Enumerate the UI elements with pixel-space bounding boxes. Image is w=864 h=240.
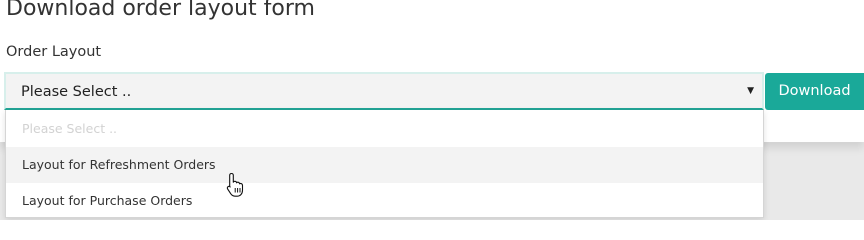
order-layout-dropdown: Please Select .. Layout for Refreshment …	[5, 110, 764, 218]
page-title: Download order layout form	[6, 0, 315, 21]
select-current-value: Please Select ..	[21, 84, 132, 100]
option-refreshment-orders[interactable]: Layout for Refreshment Orders	[6, 147, 763, 183]
order-layout-label: Order Layout	[6, 44, 102, 60]
order-layout-select[interactable]: Please Select .. ▼	[4, 72, 764, 110]
hand-pointer-icon	[226, 172, 244, 197]
option-purchase-orders[interactable]: Layout for Purchase Orders	[6, 183, 763, 219]
download-button[interactable]: Download	[765, 73, 864, 110]
page: Download order layout form Order Layout …	[0, 0, 864, 220]
chevron-down-icon[interactable]: ▼	[747, 86, 754, 96]
option-placeholder: Please Select ..	[22, 121, 118, 136]
